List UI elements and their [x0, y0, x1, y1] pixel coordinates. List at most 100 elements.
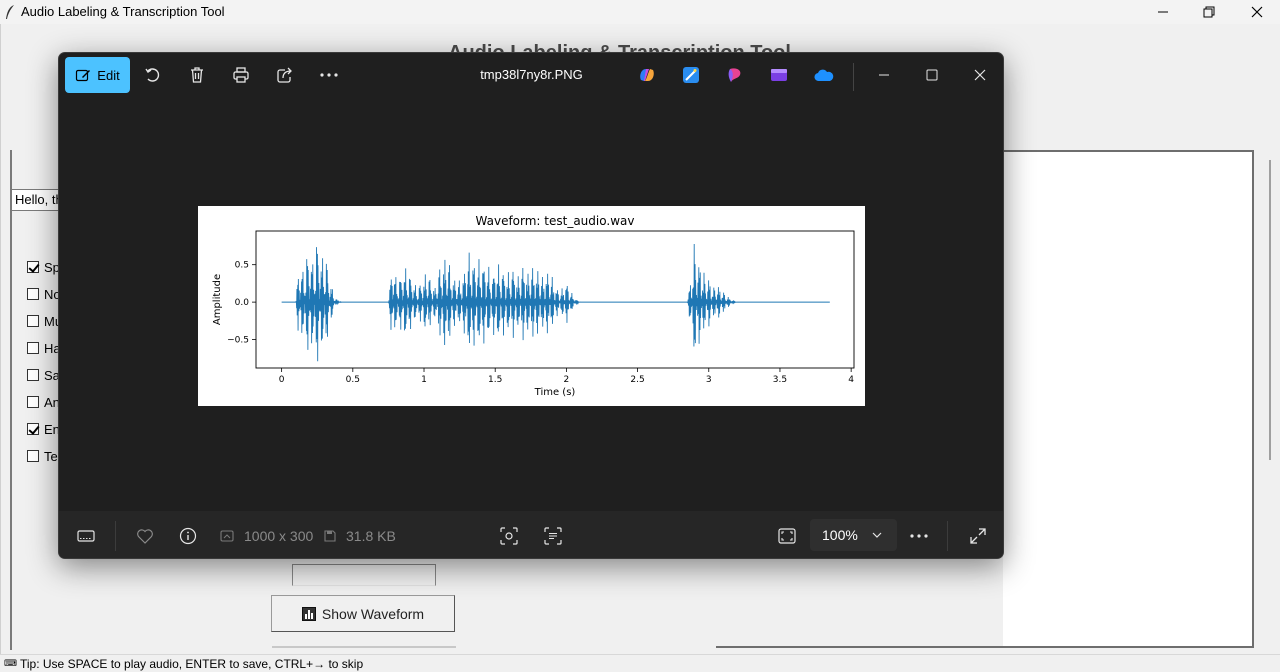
file-name: tmp38l7ny8r.PNG: [480, 67, 583, 82]
fullscreen-icon: [970, 527, 986, 544]
more-icon: [910, 533, 928, 538]
feather-icon: [6, 5, 14, 19]
visual-search-button[interactable]: [500, 511, 518, 558]
app-title: Audio Labeling & Transcription Tool: [21, 4, 225, 19]
scrollbar[interactable]: [1269, 160, 1277, 460]
rotate-icon: [145, 68, 160, 82]
viewer-toolbar: Edit tmp38l7ny8r.PNG: [59, 53, 1003, 99]
rotate-button[interactable]: [139, 61, 167, 89]
checkbox-box[interactable]: [27, 342, 39, 354]
edit-label: Edit: [97, 67, 120, 83]
chevron-down-icon: [872, 532, 882, 538]
info-button[interactable]: [179, 511, 197, 558]
fullscreen-button[interactable]: [970, 511, 986, 558]
dimensions-value: 1000 x 300: [244, 527, 314, 544]
checkbox-box[interactable]: [27, 315, 39, 327]
viewer-maximize-button[interactable]: [918, 61, 946, 89]
edit-button[interactable]: Edit: [65, 57, 130, 93]
file-size-value: 31.8 KB: [346, 527, 396, 544]
y-tick-label: 0.0: [235, 298, 250, 308]
viewer-close-button[interactable]: [966, 61, 994, 89]
visual-search-icon: [500, 526, 518, 545]
print-button[interactable]: [227, 61, 255, 89]
panel-border: [716, 646, 1254, 648]
favorite-button[interactable]: [136, 511, 154, 558]
toolbar-divider: [853, 63, 854, 91]
delete-icon: [191, 67, 203, 83]
status-bar: ⌨ Tip: Use SPACE to play audio, ENTER to…: [0, 654, 1280, 672]
show-waveform-button[interactable]: Show Waveform: [271, 595, 455, 632]
displayed-image: Waveform: test_audio.wav Time (s) Amplit…: [198, 206, 865, 406]
x-axis-label: Time (s): [534, 387, 576, 398]
bar-chart-icon: [301, 606, 316, 621]
share-button[interactable]: [271, 61, 299, 89]
edit-image-icon: [76, 69, 91, 82]
restore-icon: [1203, 6, 1215, 18]
separator: [272, 646, 456, 648]
zoom-dropdown[interactable]: 100%: [810, 519, 897, 551]
bottom-divider: [115, 521, 116, 551]
designer-icon[interactable]: [682, 66, 700, 84]
dimensions-icon: [220, 529, 234, 542]
show-waveform-label: Show Waveform: [321, 605, 425, 622]
clipchamp-icon[interactable]: [770, 66, 788, 84]
bottom-divider: [947, 521, 948, 551]
checkbox-box[interactable]: [27, 288, 39, 300]
print-icon: [233, 67, 249, 83]
transcription-panel[interactable]: [1003, 150, 1254, 648]
minimize-icon: [1158, 11, 1168, 13]
copilot-icon[interactable]: [638, 66, 656, 84]
delete-button[interactable]: [183, 61, 211, 89]
x-tick-label: 3: [706, 375, 712, 385]
chart-title: Waveform: test_audio.wav: [476, 214, 635, 228]
app-title-bar: Audio Labeling & Transcription Tool: [0, 0, 1280, 24]
share-icon: [277, 67, 292, 83]
close-icon: [974, 69, 986, 81]
checkbox-box[interactable]: [27, 396, 39, 408]
more-options-button[interactable]: [909, 511, 929, 558]
plot-frame: [255, 230, 855, 369]
x-tick-label: 2.5: [630, 375, 644, 385]
image-viewer-window: Edit tmp38l7ny8r.PNG Waveform: test_audi…: [58, 52, 1004, 559]
maximize-icon: [926, 69, 938, 81]
checkbox-box[interactable]: [27, 369, 39, 381]
viewer-minimize-button[interactable]: [870, 61, 898, 89]
zoom-value: 100%: [822, 527, 858, 543]
x-tick-label: 0: [279, 375, 285, 385]
restore-button[interactable]: [1186, 0, 1232, 24]
text-scan-icon: [544, 526, 562, 545]
checkbox-label: Te: [44, 448, 58, 464]
small-entry[interactable]: [292, 564, 436, 586]
x-tick-label: 1: [421, 375, 427, 385]
fit-screen-icon: [778, 527, 796, 544]
viewer-bottom-bar: 1000 x 300 31.8 KB 100%: [59, 511, 1003, 558]
heart-icon: [137, 528, 153, 544]
onedrive-icon[interactable]: [814, 66, 834, 84]
paint-icon[interactable]: [727, 66, 745, 84]
scan-text-button[interactable]: [544, 511, 562, 558]
close-icon: [1251, 6, 1263, 18]
y-tick-label: −0.5: [227, 336, 249, 346]
status-tip: Tip: Use SPACE to play audio, ENTER to s…: [20, 656, 364, 671]
minimize-button[interactable]: [1140, 0, 1186, 24]
keyboard-icon: ⌨: [4, 658, 17, 668]
fit-to-window-button[interactable]: [778, 511, 796, 558]
x-tick-label: 1.5: [488, 375, 502, 385]
x-tick-label: 4: [848, 375, 854, 385]
filmstrip-button[interactable]: [77, 511, 95, 558]
more-icon: [320, 73, 338, 77]
y-tick-label: 0.5: [235, 261, 249, 271]
checkbox-box[interactable]: [27, 423, 39, 435]
checkbox-box[interactable]: [27, 261, 39, 273]
x-tick-label: 0.5: [346, 375, 360, 385]
waveform-line: [281, 243, 830, 362]
x-tick-label: 2: [564, 375, 570, 385]
checkbox-box[interactable]: [27, 450, 39, 462]
waveform-chart: Waveform: test_audio.wav Time (s) Amplit…: [212, 214, 855, 398]
close-button[interactable]: [1234, 0, 1280, 24]
x-tick-label: 3.5: [773, 375, 787, 385]
more-options-button[interactable]: [315, 61, 343, 89]
filmstrip-icon: [77, 529, 95, 542]
y-axis-label: Amplitude: [212, 274, 223, 325]
save-disk-icon: [324, 529, 336, 542]
